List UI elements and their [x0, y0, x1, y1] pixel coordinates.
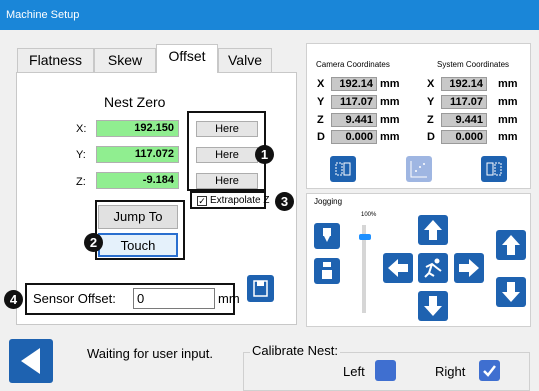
nest-z-value: -9.184	[96, 172, 179, 189]
jog-speed-slider[interactable]	[359, 234, 371, 240]
callout-3: 3	[275, 192, 294, 211]
extrapolate-z-label: Extrapolate Z	[210, 195, 270, 206]
extrapolate-z-checkbox[interactable]: ✓	[197, 196, 207, 206]
run-figure-icon	[424, 258, 442, 278]
nest-zero-heading: Nest Zero	[104, 94, 166, 110]
arrow-up-icon	[424, 220, 442, 240]
sys-z-axis: Z	[427, 114, 434, 126]
calibrate-right-checkbox[interactable]	[479, 360, 500, 381]
cam-x-axis: X	[317, 78, 325, 90]
cam-d-unit: mm	[380, 131, 400, 143]
jog-y-down-button[interactable]	[418, 291, 448, 321]
touch-button[interactable]: Touch	[98, 233, 178, 257]
cam-z-axis: Z	[317, 114, 324, 126]
cam-d-axis: D	[317, 131, 325, 143]
jogging-title: Jogging	[314, 197, 343, 206]
sys-y-unit: mm	[498, 96, 518, 108]
callout-4: 4	[4, 290, 23, 309]
system-to-camera-button[interactable]	[481, 156, 507, 182]
tab-offset[interactable]: Offset	[156, 44, 218, 73]
jog-y-up-button[interactable]	[418, 215, 448, 245]
sys-d-axis: D	[427, 131, 435, 143]
cam-x-unit: mm	[380, 78, 400, 90]
camera-to-system-button[interactable]	[330, 156, 356, 182]
back-arrow-icon	[21, 348, 40, 374]
calibrate-left-label: Left	[343, 364, 365, 379]
sys-z-value: 9.441	[441, 113, 487, 127]
callout-box-here	[187, 111, 266, 191]
sys-d-unit: mm	[498, 131, 518, 143]
title-bar: Machine Setup	[0, 0, 539, 30]
checkmark-icon	[483, 365, 496, 377]
system-coordinates-title: System Coordinates	[437, 60, 510, 69]
jog-x-right-button[interactable]	[454, 253, 484, 283]
cam-y-axis: Y	[317, 96, 325, 108]
tab-flatness[interactable]: Flatness	[17, 48, 94, 72]
sys-z-unit: mm	[498, 114, 518, 126]
sensor-offset-label: Sensor Offset:	[33, 291, 116, 306]
window-title: Machine Setup	[6, 9, 80, 21]
callout-2: 2	[84, 233, 103, 252]
transfer-icon	[335, 162, 351, 176]
arrow-down-icon	[502, 282, 520, 302]
scatter-plot-icon	[410, 161, 427, 178]
arrow-down-icon	[424, 296, 442, 316]
save-icon	[253, 280, 268, 297]
camera-icon	[322, 262, 332, 279]
sys-d-value: 0.000	[441, 130, 487, 144]
arrow-right-icon	[459, 259, 479, 277]
nozzle-icon	[323, 228, 331, 242]
sys-y-axis: Y	[427, 96, 435, 108]
sensor-offset-input[interactable]: 0	[133, 288, 215, 309]
tab-skew[interactable]: Skew	[94, 48, 156, 72]
cam-z-value: 9.441	[331, 113, 377, 127]
jog-speed-label: 100%	[361, 212, 377, 218]
nest-x-value: 192.150	[96, 120, 179, 137]
sys-y-value: 117.07	[441, 95, 487, 109]
nozzle-button[interactable]	[314, 223, 340, 249]
jog-home-button[interactable]	[418, 253, 448, 283]
cam-z-unit: mm	[380, 114, 400, 126]
z-label: Z:	[76, 176, 86, 188]
cam-y-unit: mm	[380, 96, 400, 108]
callout-1: 1	[255, 145, 274, 164]
calibrate-left-checkbox[interactable]	[375, 360, 396, 381]
sys-x-unit: mm	[498, 78, 518, 90]
scatter-plot-button[interactable]	[406, 156, 432, 182]
cam-x-value: 192.14	[331, 77, 377, 91]
arrow-up-icon	[502, 235, 520, 255]
back-button[interactable]	[9, 339, 53, 383]
camera-coordinates-title: Camera Coordinates	[316, 60, 390, 69]
save-button[interactable]	[247, 275, 274, 302]
y-label: Y:	[76, 149, 86, 161]
status-message: Waiting for user input.	[87, 346, 213, 361]
nest-y-value: 117.072	[96, 146, 179, 163]
jog-x-left-button[interactable]	[383, 253, 413, 283]
camera-mode-button[interactable]	[314, 258, 340, 284]
jog-z-down-button[interactable]	[496, 277, 526, 307]
calibrate-nest-title: Calibrate Nest:	[250, 343, 340, 358]
jog-z-up-button[interactable]	[496, 230, 526, 260]
cam-y-value: 117.07	[331, 95, 377, 109]
sys-x-axis: X	[427, 78, 435, 90]
sensor-offset-unit: mm	[218, 291, 240, 306]
transfer-reverse-icon	[486, 162, 502, 176]
cam-d-value: 0.000	[331, 130, 377, 144]
x-label: X:	[76, 123, 87, 135]
tab-valve[interactable]: Valve	[218, 48, 272, 72]
sys-x-value: 192.14	[441, 77, 487, 91]
arrow-left-icon	[388, 259, 408, 277]
calibrate-right-label: Right	[435, 364, 466, 379]
jump-to-button[interactable]: Jump To	[98, 205, 178, 229]
